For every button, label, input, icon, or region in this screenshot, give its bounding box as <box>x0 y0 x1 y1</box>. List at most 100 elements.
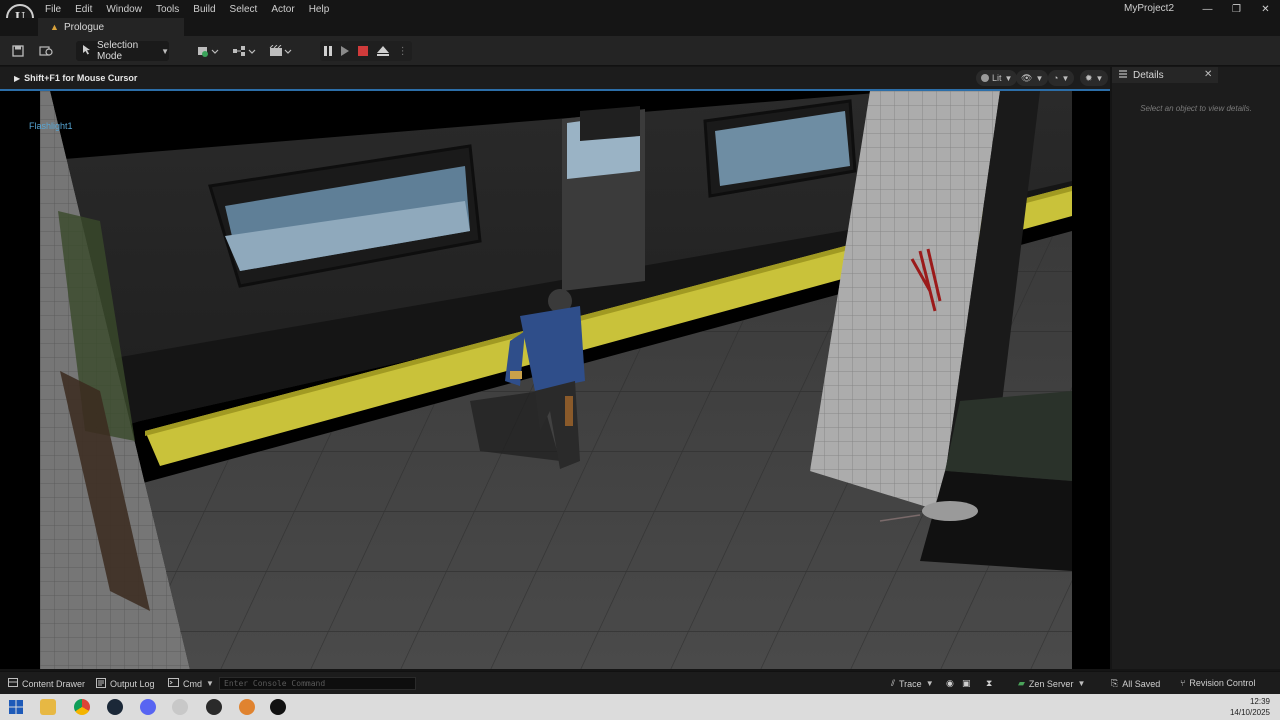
zen-server-dropdown[interactable]: ▰ Zen Server ▼ <box>1018 678 1085 689</box>
details-tab[interactable]: Details ✕ <box>1112 67 1218 83</box>
drawer-icon <box>8 678 18 689</box>
chevron-down-icon: ▼ <box>1061 73 1070 83</box>
close-icon[interactable]: ✕ <box>1204 69 1212 80</box>
chevron-down-icon: ▼ <box>206 679 214 688</box>
level-viewport[interactable]: Flashlight1 <box>0 89 1110 669</box>
terminal-icon <box>168 678 179 689</box>
cursor-icon <box>82 44 92 58</box>
project-name: MyProject2 <box>1124 3 1175 14</box>
mouse-cursor-hint-text: Shift+F1 for Mouse Cursor <box>24 73 138 83</box>
log-icon <box>96 678 106 690</box>
windows-start-icon[interactable] <box>8 699 24 715</box>
mouse-cursor-hint: ▶ Shift+F1 for Mouse Cursor <box>14 73 137 83</box>
blueprint-icon[interactable] <box>231 43 257 59</box>
eye-icon: 👁 <box>1021 72 1033 83</box>
screenshot-icon[interactable]: ▣ <box>962 678 971 689</box>
play-arrow-icon: ▶ <box>14 73 21 83</box>
menu-edit[interactable]: Edit <box>68 4 99 15</box>
server-icon: ▰ <box>1018 678 1025 688</box>
clock-time: 12:39 <box>1249 697 1270 706</box>
level-icon: ▲ <box>50 22 59 32</box>
level-name: Prologue <box>64 21 105 33</box>
viewport-header: ▶ Shift+F1 for Mouse Cursor Lit ▼ 👁 ▼ ◔ … <box>0 67 1110 89</box>
zen-server-label: Zen Server <box>1028 678 1074 689</box>
tab-level[interactable]: ▲ Prologue <box>38 18 184 36</box>
lit-sphere-icon <box>981 74 989 82</box>
steam-icon[interactable] <box>107 699 123 715</box>
close-button[interactable]: ✕ <box>1251 0 1280 18</box>
details-empty-message: Select an object to view details. <box>1140 104 1252 113</box>
more-options-icon[interactable]: ⋮ <box>398 46 408 57</box>
trace-dropdown[interactable]: ⫽ Trace ▼ <box>891 678 934 689</box>
app-icon[interactable] <box>172 699 188 715</box>
gauge-icon: ◔ <box>1053 73 1059 83</box>
system-clock[interactable]: 12:39 14/10/2025 <box>1230 696 1270 718</box>
show-flags-dropdown[interactable]: 👁 ▼ <box>1016 70 1049 86</box>
cinematics-icon[interactable] <box>268 43 294 59</box>
content-drawer-button[interactable]: Content Drawer <box>8 678 85 689</box>
stop-icon[interactable] <box>357 46 368 56</box>
restore-button[interactable]: ❐ <box>1222 0 1251 18</box>
pause-icon[interactable] <box>324 46 333 56</box>
trace-icon: ⫽ <box>891 678 896 688</box>
step-forward-icon[interactable] <box>341 46 350 56</box>
details-panel: Details ✕ Select an object to view detai… <box>1112 67 1280 669</box>
trace-label: Trace <box>899 678 922 689</box>
main-menu: File Edit Window Tools Build Select Acto… <box>38 0 336 18</box>
selected-actor-label: Flashlight1 <box>29 121 73 131</box>
all-saved-button[interactable]: ⎘ All Saved <box>1111 678 1160 689</box>
minimize-button[interactable]: — <box>1193 0 1222 18</box>
chevron-down-icon: ▼ <box>1004 73 1013 83</box>
menu-build[interactable]: Build <box>186 4 222 15</box>
content-drawer-label: Content Drawer <box>22 678 86 689</box>
play-controls: ⋮ <box>320 41 412 61</box>
discord-icon[interactable] <box>140 699 156 715</box>
revision-control-button[interactable]: ⑂ Revision Control <box>1180 678 1255 688</box>
menu-window[interactable]: Window <box>99 4 149 15</box>
chevron-down-icon: ▼ <box>1035 73 1044 83</box>
performance-dropdown[interactable]: ◔ ▼ <box>1048 70 1075 86</box>
content-browser-icon[interactable] <box>38 43 54 59</box>
selection-mode-dropdown[interactable]: Selection Mode ▼ <box>76 40 169 62</box>
save-status-icon: ⎘ <box>1111 678 1119 688</box>
all-saved-label: All Saved <box>1122 678 1161 689</box>
menu-file[interactable]: File <box>38 4 68 15</box>
view-mode-dropdown[interactable]: Lit ▼ <box>976 70 1018 86</box>
details-icon <box>1118 69 1128 82</box>
eject-icon[interactable] <box>376 45 389 57</box>
file-explorer-icon[interactable] <box>40 699 56 715</box>
details-title: Details <box>1133 69 1164 81</box>
unreal-engine-icon[interactable] <box>270 699 286 715</box>
viewport-settings-dropdown[interactable]: ✹ ▼ <box>1080 70 1109 86</box>
menu-actor[interactable]: Actor <box>264 4 301 15</box>
clock-date: 14/10/2025 <box>1229 708 1270 717</box>
os-taskbar: 12:39 14/10/2025 <box>0 694 1280 720</box>
menu-bar: U File Edit Window Tools Build Select Ac… <box>0 0 1280 32</box>
menu-tools[interactable]: Tools <box>149 4 186 15</box>
recorder-icon[interactable] <box>206 699 222 715</box>
chevron-down-icon: ▼ <box>925 679 934 688</box>
revision-control-label: Revision Control <box>1189 678 1256 688</box>
blender-icon[interactable] <box>239 699 255 715</box>
main-toolbar: Selection Mode ▼ ⋮ <box>0 36 1280 66</box>
chrome-icon[interactable] <box>74 699 90 715</box>
gear-icon: ✹ <box>1085 72 1093 83</box>
console-command-input[interactable]: Enter Console Command <box>219 677 416 690</box>
output-log-button[interactable]: Output Log <box>96 678 155 690</box>
selection-mode-label: Selection Mode <box>97 40 139 62</box>
view-mode-label: Lit <box>992 73 1002 83</box>
hourglass-icon[interactable]: ⧗ <box>986 678 992 689</box>
menu-help[interactable]: Help <box>302 4 337 15</box>
branch-icon: ⑂ <box>1180 678 1186 688</box>
cmd-label: Cmd <box>183 678 203 689</box>
chevron-down-icon: ▼ <box>1095 73 1104 83</box>
add-actor-icon[interactable] <box>195 43 221 59</box>
cmd-dropdown[interactable]: Cmd ▼ <box>168 678 214 689</box>
chevron-down-icon: ▼ <box>1077 679 1086 688</box>
save-icon[interactable] <box>10 43 26 59</box>
record-icon[interactable]: ◉ <box>946 678 954 689</box>
chevron-down-icon: ▼ <box>161 46 169 56</box>
status-bar: Content Drawer Output Log Cmd ▼ Enter Co… <box>0 671 1280 694</box>
game-scene[interactable] <box>40 91 1072 669</box>
menu-select[interactable]: Select <box>223 4 265 15</box>
